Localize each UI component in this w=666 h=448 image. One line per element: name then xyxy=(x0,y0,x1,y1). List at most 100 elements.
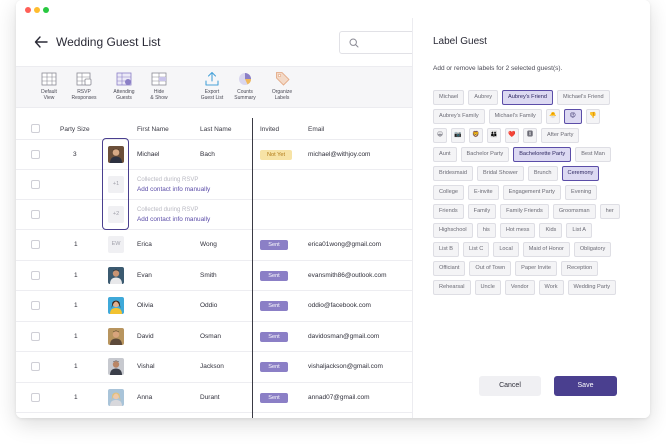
emoji-label-chip[interactable]: 👪 xyxy=(487,128,501,143)
emoji-label-chip[interactable]: 👎 xyxy=(585,109,600,124)
row-checkbox[interactable] xyxy=(31,270,40,280)
row-checkbox[interactable] xyxy=(31,150,40,159)
column-last-name[interactable]: Last Name xyxy=(200,126,231,133)
label-chip[interactable]: Michael's Family xyxy=(488,109,542,124)
chip-row: List B List C Local Maid of Honor Obligatory xyxy=(433,242,643,257)
label-chip[interactable]: Ceremony xyxy=(561,166,600,181)
label-chip[interactable]: Local xyxy=(493,242,519,257)
minimize-window-button[interactable] xyxy=(34,7,40,13)
label-chip[interactable]: Aubrey's Family xyxy=(433,109,485,124)
label-chip[interactable]: Bachelorette Party xyxy=(513,147,572,162)
label-chip[interactable]: Maid of Honor xyxy=(522,242,570,257)
column-party-size[interactable]: Party Size xyxy=(60,126,90,133)
chip-row: Officiant Out of Town Paper Invite Receptio… xyxy=(433,261,643,276)
label-chip[interactable]: After Party xyxy=(541,128,580,143)
select-all-checkbox[interactable] xyxy=(31,124,40,133)
label-chip[interactable]: Reception xyxy=(561,261,599,276)
table-row[interactable]: 1 David Osman davidosman@gmail.com Sent xyxy=(16,322,412,352)
label-chip[interactable]: Bridal Shower xyxy=(476,166,524,181)
row-checkbox[interactable] xyxy=(31,362,40,371)
label-chip[interactable]: Michael's Friend xyxy=(557,90,610,105)
row-checkbox[interactable] xyxy=(31,331,40,341)
table-row[interactable]: 1 Evan Smith evansmith86@outlook.com Sent xyxy=(16,261,412,291)
rsvp-responses-button[interactable]: RSVP Responses xyxy=(64,71,104,101)
export-icon xyxy=(205,71,219,86)
label-chip[interactable]: Engagement Party xyxy=(502,185,561,200)
label-chip[interactable]: Aubrey xyxy=(468,90,499,105)
label-chip[interactable]: Paper Invite xyxy=(515,261,558,276)
label-chip[interactable]: Friends xyxy=(433,204,464,219)
label-chip[interactable]: List C xyxy=(463,242,490,257)
label-chip[interactable]: List A xyxy=(566,223,593,238)
table-row[interactable]: 1 Anna Durant annad07@gmail.com Sent xyxy=(16,383,412,413)
hide-show-button[interactable]: Hide & Show xyxy=(139,71,179,101)
add-contact-link[interactable]: Add contact info manually xyxy=(137,186,210,193)
label-chip[interactable]: College xyxy=(433,185,464,200)
organize-labels-button[interactable]: Organize Labels xyxy=(262,71,302,101)
cancel-button[interactable]: Cancel xyxy=(479,376,541,396)
label-chip[interactable]: Kids xyxy=(539,223,563,238)
table-row[interactable]: 1 Vishal Jackson vishaljackson@gmail.com Sen… xyxy=(16,352,412,383)
table-row[interactable]: 1 EW Erica Wong erica01wong@gmail.com Sent xyxy=(16,230,412,261)
search-icon xyxy=(349,38,359,48)
back-arrow-icon[interactable] xyxy=(34,35,48,49)
column-first-name[interactable]: First Name xyxy=(137,126,169,133)
label-chip[interactable]: Hot mess xyxy=(499,223,536,238)
table-row[interactable]: +2 Collected during RSVP Add contact inf… xyxy=(16,200,412,230)
label-chip[interactable]: Evening xyxy=(564,185,598,200)
email: annad07@gmail.com xyxy=(308,393,370,401)
label-chip[interactable]: Bridesmaid xyxy=(433,166,473,181)
label-chip[interactable]: Aunt xyxy=(433,147,457,162)
label-chip[interactable]: List B xyxy=(433,242,459,257)
party-size: 1 xyxy=(74,302,78,309)
row-checkbox[interactable] xyxy=(31,301,40,310)
label-chip[interactable]: Aubrey's Friend xyxy=(502,90,554,105)
table-row[interactable]: +1 Collected during RSVP Add contact inf… xyxy=(16,170,412,200)
row-checkbox[interactable] xyxy=(31,392,40,402)
first-name: Erica xyxy=(137,241,152,248)
label-chip[interactable]: Groomsman xyxy=(552,204,596,219)
row-checkbox[interactable] xyxy=(31,210,40,219)
table-row[interactable]: 1 Olivia Oddio oddio@facebook.com Sent xyxy=(16,291,412,322)
label-chip[interactable]: Wedding Party xyxy=(567,280,617,295)
label-chip[interactable]: Officiant xyxy=(433,261,466,276)
label-chip[interactable]: Out of Town xyxy=(469,261,512,276)
status-badge: Sent xyxy=(260,392,288,403)
emoji-label-chip[interactable]: 🦁 xyxy=(469,128,483,143)
counts-summary-button[interactable]: Counts Summary xyxy=(225,71,265,101)
label-chip[interactable]: Work xyxy=(538,280,564,295)
add-contact-link[interactable]: Add contact info manually xyxy=(137,216,210,223)
attending-guests-button[interactable]: Attending Guests xyxy=(104,71,144,101)
label-chip[interactable]: Uncle xyxy=(474,280,501,295)
emoji-label-chip[interactable]: 😍 xyxy=(563,109,582,124)
emoji-label-chip[interactable]: 🆇 xyxy=(523,128,537,143)
label-chip[interactable]: Highschool xyxy=(433,223,473,238)
chip-row: Aubrey's Family Michael's Family 🐣 😍 👎 xyxy=(433,109,643,124)
label-chip[interactable]: Obligatory xyxy=(573,242,612,257)
search-input[interactable] xyxy=(339,31,419,54)
emoji-label-chip[interactable]: ❤️ xyxy=(505,128,519,143)
emoji-label-chip[interactable]: 📷 xyxy=(451,128,465,143)
save-button[interactable]: Save xyxy=(554,376,617,396)
default-view-button[interactable]: Default View xyxy=(29,71,69,101)
label-chip[interactable]: Vendor xyxy=(504,280,535,295)
maximize-window-button[interactable] xyxy=(43,7,49,13)
label-chip[interactable]: Family Friends xyxy=(500,204,549,219)
label-chip[interactable]: his xyxy=(476,223,496,238)
row-checkbox[interactable] xyxy=(31,240,40,249)
close-window-button[interactable] xyxy=(25,7,31,13)
label-chip[interactable]: Michael xyxy=(433,90,465,105)
label-chip[interactable]: Rehearsal xyxy=(433,280,471,295)
emoji-label-chip[interactable]: 🐣 xyxy=(545,109,560,124)
label-chip[interactable]: Family xyxy=(467,204,497,219)
row-checkbox[interactable] xyxy=(31,180,40,189)
column-invited[interactable]: Invited xyxy=(260,126,279,133)
column-email[interactable]: Email xyxy=(308,126,324,133)
label-chip[interactable]: Bachelor Party xyxy=(460,147,510,162)
table-row[interactable]: 3 Michael Bach Not Yet michael@withjoy.c… xyxy=(16,140,412,170)
label-chip[interactable]: Best Man xyxy=(575,147,611,162)
emoji-label-chip[interactable]: 😀 xyxy=(433,128,447,143)
label-chip[interactable]: her xyxy=(599,204,620,219)
label-chip[interactable]: Brunch xyxy=(527,166,558,181)
label-chip[interactable]: E-invite xyxy=(467,185,499,200)
